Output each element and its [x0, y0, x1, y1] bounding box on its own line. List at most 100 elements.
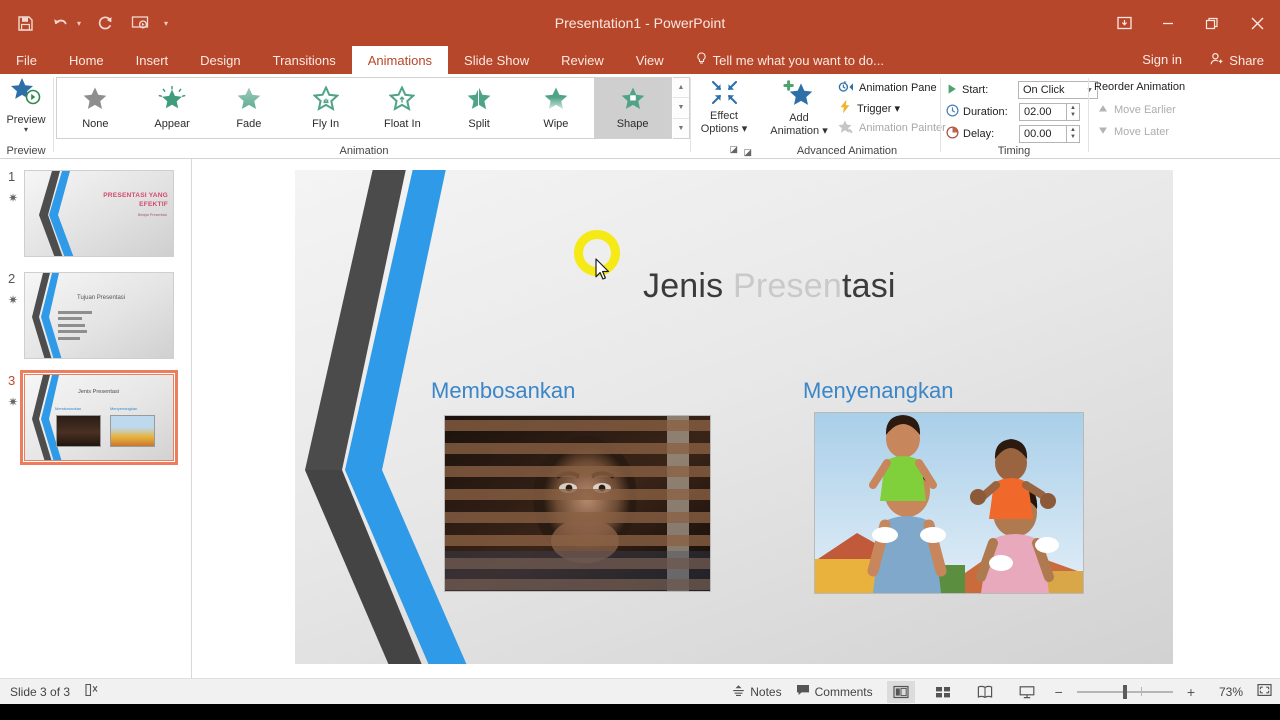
slide-show-icon[interactable] — [1013, 681, 1041, 703]
slide-thumbnail-3[interactable]: Jenis Presentasi Membosankan Menyenangka… — [24, 374, 174, 461]
preview-button[interactable]: Preview ▾ — [3, 77, 49, 134]
tab-slide-show[interactable]: Slide Show — [448, 46, 545, 74]
animation-pane-icon — [838, 80, 854, 97]
animation-float-in[interactable]: Float In — [364, 78, 441, 138]
right-heading[interactable]: Menyenangkan — [803, 378, 953, 404]
zoom-slider-handle[interactable] — [1123, 685, 1127, 699]
duration-row: Duration: 02.00 ▲▼ — [946, 103, 1080, 121]
zoom-in-button[interactable]: + — [1187, 684, 1195, 700]
zoom-percent[interactable]: 73% — [1209, 685, 1243, 699]
stepper-up-icon[interactable]: ▲ — [1070, 105, 1076, 112]
tell-me-box[interactable]: Tell me what you want to do... — [680, 46, 884, 74]
delay-stepper[interactable]: ▲▼ — [1067, 125, 1080, 143]
effect-options-button[interactable]: Effect Options ▾ — [696, 80, 752, 136]
tab-review[interactable]: Review — [545, 46, 620, 74]
normal-view-icon[interactable] — [887, 681, 915, 703]
thumb-canvas-2: Tujuan Presentasi — [24, 272, 174, 359]
reading-view-icon[interactable] — [971, 681, 999, 703]
ribbon-group-effect-options: Effect Options ▾ ◪ — [694, 74, 754, 159]
restore-icon[interactable] — [1190, 0, 1234, 46]
animation-split[interactable]: Split — [441, 78, 518, 138]
star-fade-icon — [236, 86, 262, 116]
start-select[interactable]: On Click ▼ — [1018, 81, 1098, 99]
mouse-cursor-icon — [595, 258, 610, 285]
animation-shape[interactable]: Shape — [594, 78, 671, 138]
animation-appear-label: Appear — [154, 118, 189, 130]
duration-input[interactable]: 02.00 — [1019, 103, 1067, 121]
animation-pane-button[interactable]: Animation Pane — [838, 78, 938, 98]
ribbon-group-reorder-animation: Reorder Animation Move Earlier Move Late… — [1090, 74, 1200, 159]
ribbon-tab-bar: File Home Insert Design Transitions Anim… — [0, 46, 1280, 74]
star-split-icon — [466, 86, 492, 116]
move-earlier-button[interactable]: Move Earlier — [1098, 104, 1176, 116]
workspace: 1 ✷ PRESENTASI YANG EFEKTIF Belajar Pres… — [0, 159, 1280, 678]
comments-button[interactable]: Comments — [796, 684, 873, 699]
slide-sorter-icon[interactable] — [929, 681, 957, 703]
window-controls — [1102, 0, 1280, 46]
star-wipe-icon — [543, 86, 569, 116]
ribbon-display-options-icon[interactable] — [1102, 0, 1146, 46]
share-button[interactable]: Share — [1202, 46, 1272, 74]
gallery-scroll-up-icon[interactable]: ▲ — [673, 78, 689, 98]
close-icon[interactable] — [1234, 0, 1280, 46]
tab-transitions[interactable]: Transitions — [257, 46, 352, 74]
delay-input[interactable]: 00.00 — [1019, 125, 1067, 143]
zoom-slider-tick — [1141, 687, 1142, 696]
spell-check-icon[interactable] — [84, 683, 99, 700]
duration-label: Duration: — [963, 106, 1015, 118]
animation-fly-in[interactable]: Fly In — [287, 78, 364, 138]
current-slide[interactable]: Jenis Presentasi Membosankan Menyenangka… — [295, 170, 1173, 664]
slide-thumbnail-2[interactable]: Tujuan Presentasi — [24, 272, 174, 359]
tab-insert[interactable]: Insert — [120, 46, 185, 74]
animation-fade-label: Fade — [236, 118, 261, 130]
slide-counter[interactable]: Slide 3 of 3 — [10, 685, 70, 699]
left-heading[interactable]: Membosankan — [431, 378, 575, 404]
slide-thumbnail-pane[interactable]: 1 ✷ PRESENTASI YANG EFEKTIF Belajar Pres… — [0, 159, 192, 678]
thumb-left-image-3 — [56, 415, 101, 447]
zoom-slider[interactable] — [1077, 691, 1173, 693]
minimize-icon[interactable] — [1146, 0, 1190, 46]
delay-clock-icon — [946, 126, 959, 142]
animation-pane-label: Animation Pane — [859, 82, 937, 94]
right-image-placeholder[interactable] — [814, 412, 1084, 594]
add-animation-button[interactable]: Add Animation ▾ — [762, 80, 836, 138]
animation-none[interactable]: None — [57, 78, 134, 138]
effect-options-dialog-launcher-icon[interactable]: ◪ — [743, 147, 752, 158]
tab-file[interactable]: File — [0, 46, 53, 74]
ribbon-group-timing: Start: On Click ▼ Duration: 02.00 ▲▼ Del… — [940, 74, 1088, 159]
tab-home[interactable]: Home — [53, 46, 120, 74]
tab-animations[interactable]: Animations — [352, 46, 448, 74]
notes-button[interactable]: Notes — [732, 684, 781, 700]
slide-editing-stage[interactable]: Jenis Presentasi Membosankan Menyenangka… — [192, 159, 1280, 678]
start-label: Start: — [962, 84, 1014, 96]
ribbon-group-advanced-animation: Add Animation ▾ Animation Pane Trigger ▾ — [756, 74, 938, 159]
slide-thumbnail-1[interactable]: PRESENTASI YANG EFEKTIF Belajar Presenta… — [24, 170, 174, 257]
animation-gallery-scrollbar[interactable]: ▲ ▼ ▼ — [673, 77, 690, 139]
move-later-button[interactable]: Move Later — [1098, 126, 1169, 138]
trigger-button[interactable]: Trigger ▾ — [838, 98, 938, 118]
fit-to-window-icon[interactable] — [1257, 683, 1272, 700]
share-label: Share — [1229, 53, 1264, 68]
slide-title[interactable]: Jenis Presentasi — [643, 267, 896, 306]
animation-fade[interactable]: Fade — [211, 78, 288, 138]
sign-in-link[interactable]: Sign in — [1142, 46, 1182, 74]
tab-view[interactable]: View — [620, 46, 680, 74]
animation-gallery[interactable]: None Appear Fade — [56, 77, 672, 139]
comments-label: Comments — [815, 685, 873, 699]
tab-design[interactable]: Design — [184, 46, 256, 74]
stepper-up-icon[interactable]: ▲ — [1070, 127, 1076, 134]
thumb-subtitle-1: Belajar Presentasi — [138, 213, 167, 217]
animation-wipe[interactable]: Wipe — [518, 78, 595, 138]
animation-fly-in-label: Fly In — [312, 118, 339, 130]
gallery-more-icon[interactable]: ▼ — [673, 119, 689, 138]
animation-appear[interactable]: Appear — [134, 78, 211, 138]
animation-painter-button[interactable]: Animation Painter — [838, 118, 938, 138]
duration-stepper[interactable]: ▲▼ — [1067, 103, 1080, 121]
preview-dropdown-caret[interactable]: ▾ — [3, 126, 49, 134]
stepper-down-icon[interactable]: ▼ — [1070, 112, 1076, 119]
stepper-down-icon[interactable]: ▼ — [1070, 134, 1076, 141]
left-image-placeholder[interactable] — [444, 415, 711, 592]
zoom-out-button[interactable]: − — [1055, 684, 1063, 700]
gallery-scroll-down-icon[interactable]: ▼ — [673, 98, 689, 118]
start-row: Start: On Click ▼ — [946, 81, 1098, 99]
